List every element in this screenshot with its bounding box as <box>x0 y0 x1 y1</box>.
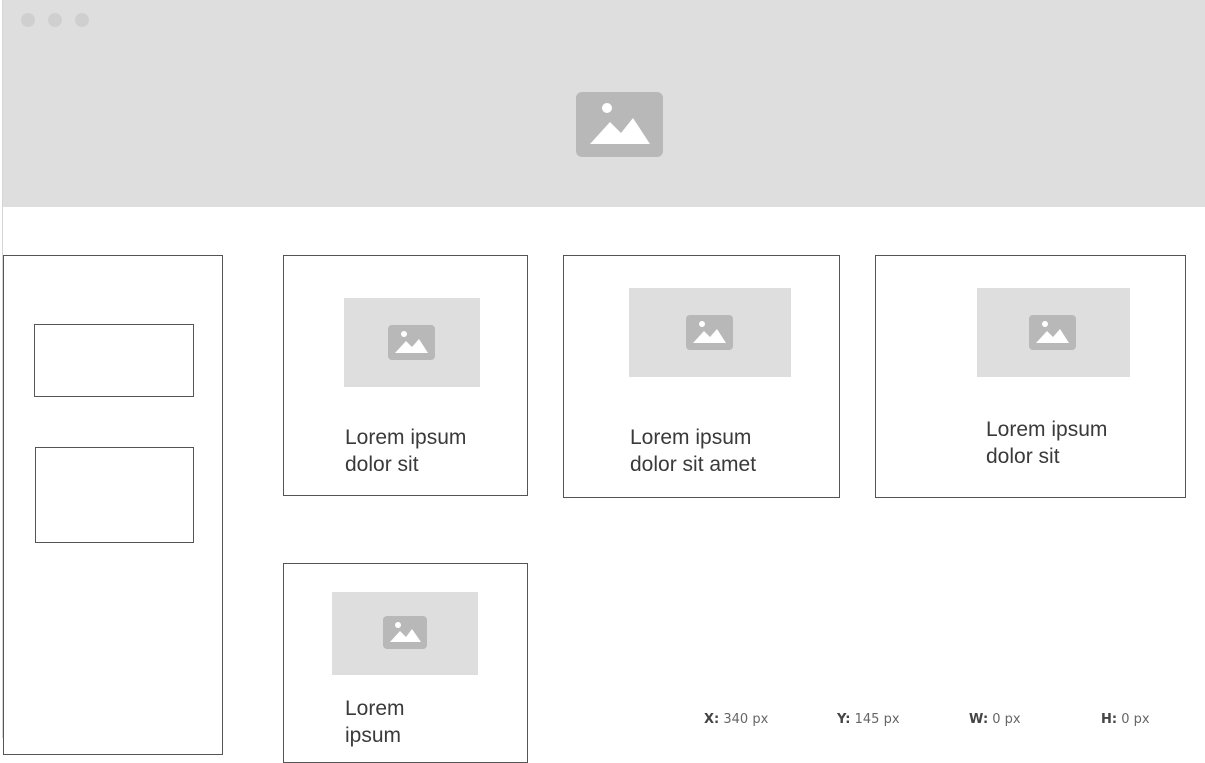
card-thumbnail <box>344 298 480 387</box>
card-caption: Lorem ipsum dolor sit amet <box>630 426 757 476</box>
height-readout: H: 0 px <box>1101 712 1150 727</box>
h-label: H: <box>1101 712 1118 727</box>
card-thumbnail <box>629 288 791 377</box>
image-placeholder-icon <box>1029 315 1076 350</box>
sidebar-placeholder-box[interactable] <box>34 324 194 397</box>
sidebar-placeholder-box[interactable] <box>35 447 194 543</box>
card-thumbnail <box>332 592 478 675</box>
width-readout: W: 0 px <box>969 712 1021 727</box>
image-placeholder-icon <box>383 616 427 649</box>
card[interactable]: Lorem ipsum dolor sit <box>283 255 528 496</box>
image-placeholder-icon <box>686 315 733 350</box>
x-label: X: <box>704 712 720 727</box>
w-label: W: <box>969 712 989 727</box>
card-caption: Lorem ipsum dolor sit <box>986 418 1108 468</box>
x-coordinate-readout: X: 340 px <box>704 712 768 727</box>
card[interactable]: Lorem ipsum dolor sit amet <box>563 255 840 498</box>
h-value: 0 px <box>1121 712 1150 727</box>
image-placeholder-icon <box>388 325 435 360</box>
w-value: 0 px <box>992 712 1021 727</box>
minimize-dot-icon[interactable] <box>48 13 62 27</box>
card[interactable]: Lorem ipsum <box>283 563 528 763</box>
x-value: 340 px <box>723 712 769 727</box>
y-label: Y: <box>837 712 851 727</box>
card[interactable]: Lorem ipsum dolor sit <box>875 255 1186 498</box>
header-banner <box>3 0 1205 207</box>
y-coordinate-readout: Y: 145 px <box>837 712 900 727</box>
card-caption: Lorem ipsum <box>345 697 405 747</box>
card-caption: Lorem ipsum dolor sit <box>345 426 467 476</box>
y-value: 145 px <box>854 712 900 727</box>
sidebar <box>3 255 223 755</box>
image-placeholder-icon <box>576 92 663 157</box>
close-dot-icon[interactable] <box>21 13 35 27</box>
maximize-dot-icon[interactable] <box>75 13 89 27</box>
card-thumbnail <box>977 288 1130 377</box>
